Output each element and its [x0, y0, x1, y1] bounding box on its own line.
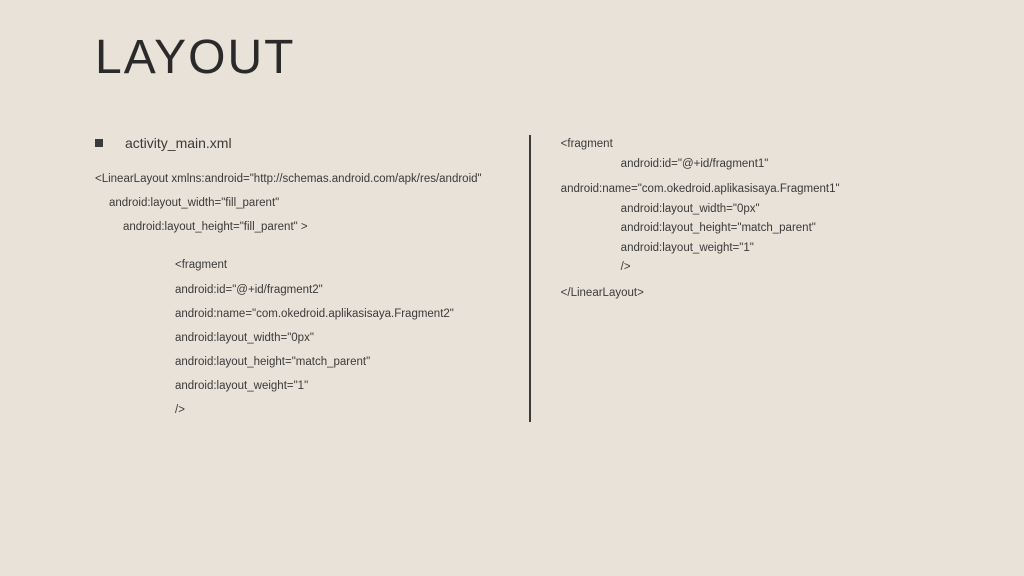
code-line: android:id="@+id/fragment1" [561, 155, 929, 175]
code-line: android:layout_weight="1" [561, 239, 929, 259]
code-line: </LinearLayout> [561, 284, 929, 304]
code-line: android:layout_width="0px" [95, 326, 499, 350]
code-line: android:name="com.okedroid.aplikasisaya.… [561, 180, 929, 200]
bullet-item: activity_main.xml [95, 135, 499, 151]
code-line: android:name="com.okedroid.aplikasisaya.… [95, 302, 499, 326]
code-line: <fragment [95, 253, 499, 277]
slide-container: LAYOUT activity_main.xml <LinearLayout x… [0, 0, 1024, 576]
slide-title: LAYOUT [95, 30, 929, 85]
code-line: android:layout_width="fill_parent" [95, 191, 499, 215]
right-column: <fragment android:id="@+id/fragment1" an… [529, 135, 929, 422]
code-line: android:layout_height="match_parent" [561, 219, 929, 239]
code-line: android:id="@+id/fragment2" [95, 278, 499, 302]
code-line: android:layout_weight="1" [95, 374, 499, 398]
bullet-text: activity_main.xml [125, 135, 232, 151]
code-line: <fragment [561, 135, 929, 155]
left-column: activity_main.xml <LinearLayout xmlns:an… [95, 135, 529, 422]
code-line: android:layout_height="match_parent" [95, 350, 499, 374]
code-line: android:layout_height="fill_parent" > [95, 215, 499, 239]
content-columns: activity_main.xml <LinearLayout xmlns:an… [95, 135, 929, 422]
code-line: <LinearLayout xmlns:android="http://sche… [95, 167, 499, 191]
code-line: /> [561, 258, 929, 278]
spacer [95, 239, 499, 253]
square-bullet-icon [95, 139, 103, 147]
code-line: android:layout_width="0px" [561, 200, 929, 220]
code-line: /> [95, 398, 499, 422]
